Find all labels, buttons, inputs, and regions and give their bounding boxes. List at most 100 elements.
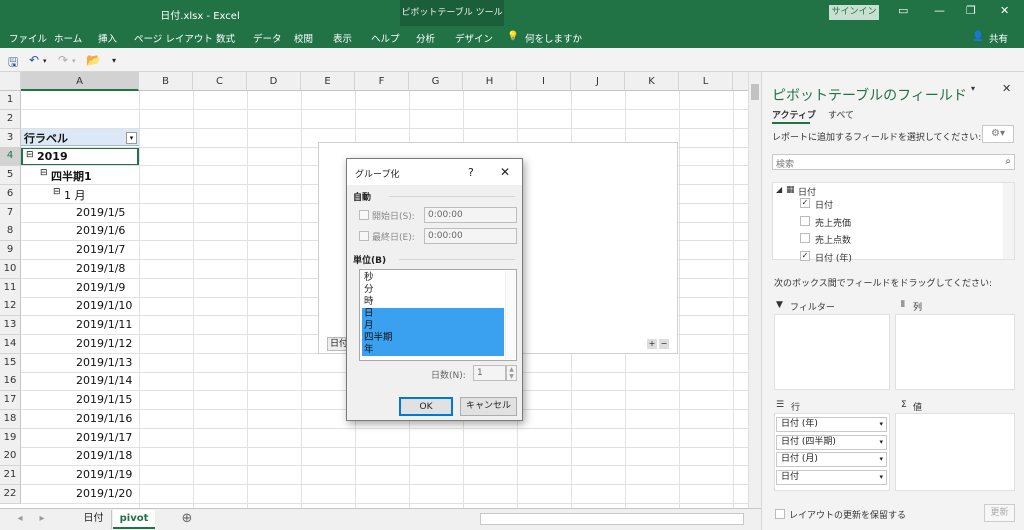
tab-all-fields[interactable]: すべて (828, 108, 854, 121)
filter-drop-area[interactable] (774, 314, 890, 390)
next-sheet-icon[interactable]: ▸ (36, 510, 48, 529)
add-sheet-icon[interactable]: ⊕ (178, 510, 196, 529)
search-input[interactable]: 検索 ⌕ (772, 154, 1015, 170)
ribbon-display-icon[interactable]: ▭ (898, 4, 908, 17)
collapse-icon[interactable]: ⊟ (40, 168, 48, 178)
row-header[interactable]: 3 (0, 128, 21, 148)
start-date-input[interactable]: 0:00:00 (424, 207, 517, 223)
tab-page-layout[interactable]: ページ レイアウト (134, 31, 213, 45)
collapse-all-icon[interactable]: − (659, 339, 669, 349)
tab-review[interactable]: 校閲 (294, 31, 313, 45)
row-header[interactable]: 2 (0, 109, 21, 129)
row-header[interactable]: 21 (0, 466, 21, 485)
end-date-checkbox[interactable] (359, 231, 369, 241)
redo-icon[interactable]: ↷ (58, 53, 68, 67)
tell-me-search[interactable]: 何をしますか (525, 31, 582, 45)
minimize-icon[interactable]: — (934, 4, 945, 17)
scroll-thumb[interactable] (751, 84, 759, 100)
row-header[interactable]: 10 (0, 259, 21, 279)
row-header[interactable]: 20 (0, 447, 21, 467)
column-header[interactable]: C (193, 72, 247, 91)
unit-option[interactable]: 日 (362, 308, 504, 320)
prev-sheet-icon[interactable]: ◂ (14, 510, 26, 529)
tab-data[interactable]: データ (253, 31, 282, 45)
undo-icon[interactable]: ↶ (29, 53, 39, 67)
values-drop-area[interactable] (895, 413, 1015, 491)
column-header[interactable] (733, 72, 748, 91)
tab-help[interactable]: ヘルプ (371, 31, 400, 45)
column-header[interactable]: I (517, 72, 571, 91)
row-header[interactable]: 15 (0, 353, 21, 373)
restore-icon[interactable]: ❐ (966, 4, 976, 17)
row-field-item[interactable]: 日付 (月) ▾ (776, 452, 887, 467)
dropdown-arrow-icon[interactable]: ▾ (879, 418, 883, 431)
open-folder-icon[interactable]: 📂 (86, 53, 101, 67)
field-list[interactable]: ◢ ▦ 日付 ✓ 日付 売上売価 売上点数 ✓ 日付 (年) (772, 182, 1015, 264)
row-header[interactable]: 7 (0, 203, 21, 223)
row-header[interactable]: 6 (0, 184, 21, 204)
ok-button[interactable]: OK (399, 397, 453, 416)
unit-listbox[interactable]: 秒分時日月四半期年 (359, 269, 517, 361)
redo-dropdown-icon[interactable]: ▾ (72, 57, 76, 65)
filter-dropdown-icon[interactable]: ▾ (126, 132, 137, 144)
start-date-checkbox[interactable] (359, 210, 369, 220)
row-header[interactable]: 13 (0, 316, 21, 335)
undo-dropdown-icon[interactable]: ▾ (43, 57, 47, 65)
gear-icon[interactable]: ⚙▾ (982, 125, 1014, 143)
row-header[interactable]: 18 (0, 409, 21, 429)
column-header[interactable]: F (355, 72, 409, 91)
pane-close-icon[interactable]: ✕ (1002, 82, 1011, 95)
tab-insert[interactable]: 挿入 (98, 31, 117, 45)
dropdown-arrow-icon[interactable]: ▾ (879, 471, 883, 484)
expand-icon[interactable]: + (647, 339, 657, 349)
unit-option[interactable]: 月 (362, 320, 504, 332)
column-header[interactable]: B (139, 72, 193, 91)
signin-button[interactable]: サインイン (829, 5, 879, 20)
customize-qat-icon[interactable]: ▾ (112, 56, 116, 65)
cancel-button[interactable]: キャンセル (460, 397, 517, 416)
columns-drop-area[interactable] (895, 314, 1015, 390)
column-header[interactable]: L (679, 72, 733, 91)
horizontal-scrollbar[interactable] (480, 513, 744, 525)
vertical-scrollbar[interactable] (748, 72, 761, 508)
defer-update-checkbox[interactable] (775, 509, 785, 519)
collapse-table-icon[interactable]: ◢ (776, 185, 782, 194)
field-checkbox[interactable] (800, 215, 810, 226)
column-header[interactable]: J (571, 72, 625, 91)
row-field-item[interactable]: 日付 (四半期) ▾ (776, 434, 887, 450)
field-checkbox[interactable]: ✓ (800, 198, 810, 208)
select-all-corner[interactable] (0, 72, 21, 91)
column-header[interactable]: A (21, 72, 139, 91)
unit-option[interactable]: 秒 (362, 272, 504, 284)
tab-design[interactable]: デザイン (455, 31, 493, 45)
row-header[interactable]: 14 (0, 334, 21, 354)
row-field-item[interactable]: 日付 ▾ (776, 469, 887, 485)
row-header[interactable]: 8 (0, 222, 21, 242)
unit-option[interactable]: 年 (362, 344, 504, 356)
row-header[interactable]: 9 (0, 241, 21, 260)
column-header[interactable]: H (463, 72, 517, 91)
column-header[interactable]: K (625, 72, 679, 91)
tab-formulas[interactable]: 数式 (216, 31, 235, 45)
row-header[interactable]: 17 (0, 391, 21, 410)
row-field-item[interactable]: 日付 (年) ▾ (776, 417, 887, 432)
column-header[interactable]: G (409, 72, 463, 91)
list-scrollbar[interactable] (505, 271, 515, 359)
column-header[interactable]: D (247, 72, 301, 91)
tab-file[interactable]: ファイル (9, 31, 47, 45)
sheet-tab-active[interactable]: pivot (113, 510, 155, 529)
row-header[interactable]: 4 (0, 147, 21, 167)
tab-active-fields[interactable]: アクティブ (772, 108, 816, 121)
dialog-close-icon[interactable]: ✕ (500, 165, 510, 179)
days-spinner[interactable]: ▲ ▼ (506, 365, 517, 381)
update-button[interactable]: 更新 (984, 504, 1015, 522)
days-input[interactable]: 1 (473, 365, 506, 381)
column-header[interactable]: E (301, 72, 355, 91)
row-header[interactable]: 16 (0, 372, 21, 392)
row-header[interactable]: 5 (0, 166, 21, 185)
tab-analyze[interactable]: 分析 (416, 31, 435, 45)
dropdown-arrow-icon[interactable]: ▾ (879, 436, 883, 449)
unit-option[interactable]: 分 (362, 284, 504, 296)
unit-option[interactable]: 四半期 (362, 332, 504, 344)
dropdown-arrow-icon[interactable]: ▾ (879, 453, 883, 466)
